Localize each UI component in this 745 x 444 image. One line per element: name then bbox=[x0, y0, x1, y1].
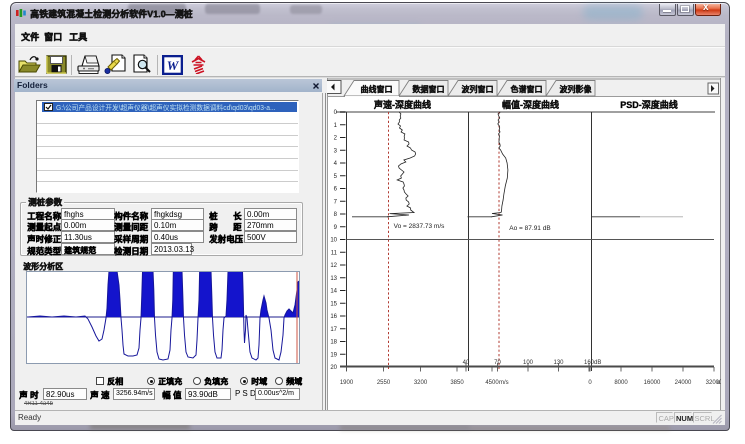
svg-text:Ao = 87.91 dB: Ao = 87.91 dB bbox=[509, 225, 550, 232]
svg-text:24000: 24000 bbox=[675, 380, 692, 386]
svg-text:色谱窗口: 色谱窗口 bbox=[511, 84, 543, 94]
svg-text:数据窗口: 数据窗口 bbox=[413, 84, 445, 94]
svg-text:声速-深度曲线: 声速-深度曲线 bbox=[373, 99, 431, 110]
svg-text:波列窗口: 波列窗口 bbox=[462, 84, 494, 94]
svg-text:W: W bbox=[167, 58, 180, 73]
svg-text:m/s: m/s bbox=[499, 380, 509, 386]
svg-text:15: 15 bbox=[330, 301, 337, 307]
svg-text:20: 20 bbox=[330, 365, 337, 371]
svg-text:3850: 3850 bbox=[450, 380, 464, 386]
svg-text:16000: 16000 bbox=[644, 380, 661, 386]
svg-text:4: 4 bbox=[334, 161, 338, 167]
svg-text:14: 14 bbox=[330, 289, 337, 295]
svg-text:10: 10 bbox=[330, 238, 337, 244]
svg-text:3: 3 bbox=[334, 148, 338, 154]
svg-text:8: 8 bbox=[334, 212, 338, 218]
svg-text:波列影像: 波列影像 bbox=[560, 84, 593, 94]
svg-text:2: 2 bbox=[334, 136, 338, 142]
svg-text:12: 12 bbox=[330, 263, 337, 269]
svg-text:5: 5 bbox=[334, 174, 338, 180]
svg-text:8000: 8000 bbox=[614, 380, 628, 386]
svg-text:u: u bbox=[717, 380, 720, 386]
svg-text:1: 1 bbox=[334, 123, 338, 129]
svg-text:幅值-深度曲线: 幅值-深度曲线 bbox=[502, 99, 559, 110]
svg-text:16: 16 bbox=[330, 314, 337, 320]
svg-text:1900: 1900 bbox=[340, 380, 354, 386]
svg-text:9: 9 bbox=[334, 225, 338, 231]
svg-text:dB: dB bbox=[594, 360, 601, 366]
svg-text:2550: 2550 bbox=[377, 380, 391, 386]
svg-text:Vo = 2837.73 m/s: Vo = 2837.73 m/s bbox=[394, 223, 446, 230]
svg-text:19: 19 bbox=[330, 352, 337, 358]
svg-text:6: 6 bbox=[334, 187, 338, 193]
svg-text:0: 0 bbox=[588, 380, 592, 386]
svg-text:11: 11 bbox=[331, 250, 338, 256]
svg-text:3200: 3200 bbox=[414, 380, 428, 386]
svg-text:13: 13 bbox=[330, 276, 337, 282]
svg-text:17: 17 bbox=[330, 327, 337, 333]
svg-text:18: 18 bbox=[330, 340, 337, 346]
svg-text:4500: 4500 bbox=[485, 380, 499, 386]
svg-text:曲线窗口: 曲线窗口 bbox=[361, 84, 393, 94]
svg-text:7: 7 bbox=[334, 199, 338, 205]
svg-text:PSD-深度曲线: PSD-深度曲线 bbox=[620, 99, 678, 110]
